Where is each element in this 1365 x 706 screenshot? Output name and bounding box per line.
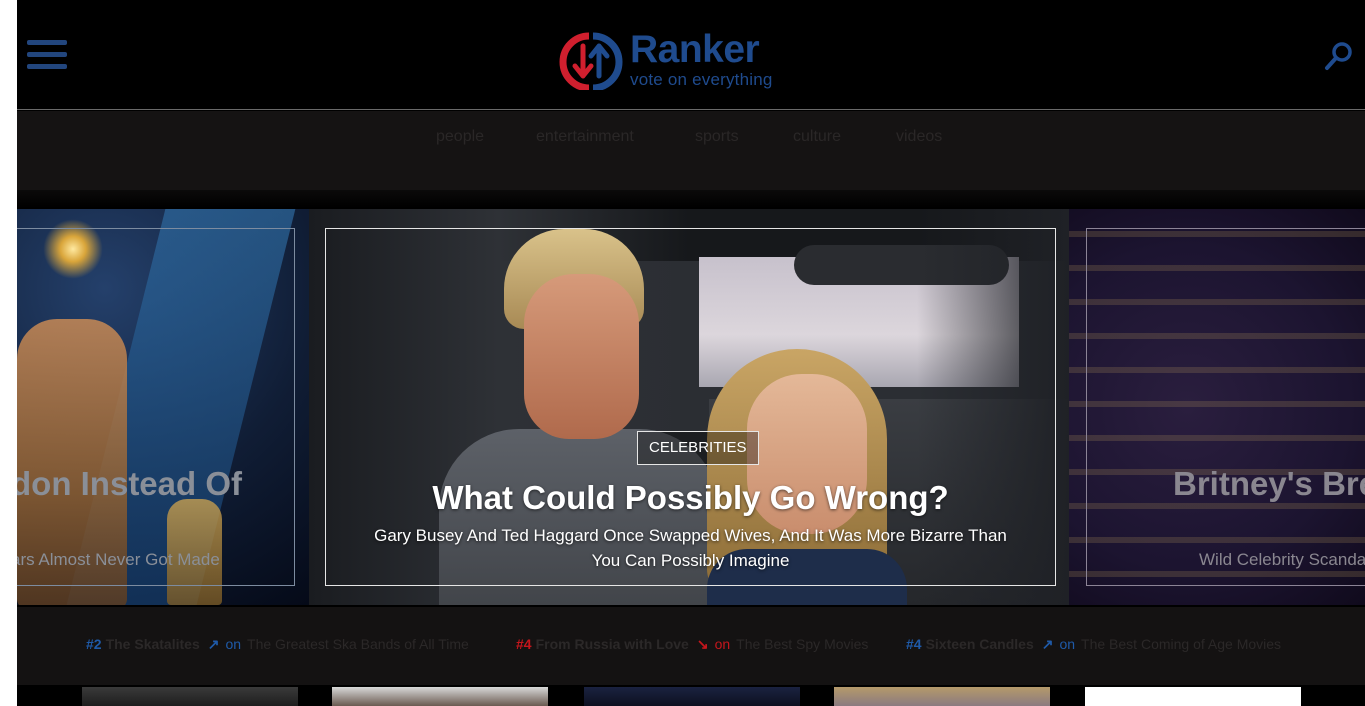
slide-subtitle: Wild Celebrity Scandal (1199, 550, 1365, 569)
slide-frame (1086, 228, 1365, 586)
nav-item-culture[interactable]: culture (793, 128, 841, 146)
logo-tagline: vote on everything (630, 70, 773, 89)
thumbnail-image[interactable] (834, 687, 1050, 706)
nav-item-videos[interactable]: videos (896, 128, 942, 146)
thumbnail-image[interactable] (584, 687, 800, 706)
thumbnail-image[interactable] (332, 687, 548, 706)
trending-on: on (225, 636, 242, 652)
trending-list: The Best Coming of Age Movies (1081, 636, 1282, 652)
carousel-slide-previous[interactable]: don Instead Of ars Almost Never Got Made (17, 209, 309, 605)
trending-list: The Greatest Ska Bands of All Time (247, 636, 469, 652)
category-badge[interactable]: CELEBRITIES (637, 431, 759, 465)
slide-title[interactable]: What Could Possibly Go Wrong? (325, 479, 1056, 517)
nav-item-people[interactable]: people (436, 128, 484, 146)
logo-wordmark: Ranker (630, 28, 760, 71)
slide-subtitle: Gary Busey And Ted Haggard Once Swapped … (374, 526, 1007, 570)
slide-title: don Instead Of (17, 465, 242, 502)
trending-rank: #4 (906, 636, 922, 652)
nav-item-sports[interactable]: sports (695, 128, 739, 146)
ranker-logo-icon (559, 32, 623, 90)
category-nav: people entertainment sports culture vide… (17, 111, 1365, 191)
trending-rank: #4 (516, 636, 532, 652)
trend-down-icon: ↘ (696, 636, 709, 652)
trending-item[interactable]: #4 Sixteen Candles ↗ on The Best Coming of A… (906, 636, 1281, 653)
thumbnail-row (17, 687, 1365, 706)
thumbnail-image[interactable] (1085, 687, 1301, 706)
thumbnail-image[interactable] (82, 687, 298, 706)
trend-up-icon: ↗ (1041, 636, 1054, 652)
ranker-logo[interactable]: Ranker vote on everything (559, 28, 799, 92)
carousel-slide-next[interactable]: Britney's Bre Wild Celebrity Scandal (1069, 209, 1365, 605)
trend-up-icon: ↗ (207, 636, 220, 652)
nav-item-entertainment[interactable]: entertainment (536, 128, 634, 146)
site-header: Ranker vote on everything (17, 0, 1365, 110)
trending-name: Sixteen Candles (925, 636, 1034, 652)
carousel-slide-current[interactable]: CELEBRITIES What Could Possibly Go Wrong… (309, 209, 1069, 605)
slide-title: Britney's Bre (1173, 465, 1365, 502)
slide-subtitle: ars Almost Never Got Made (17, 550, 220, 569)
page: Ranker vote on everything people enterta… (17, 0, 1365, 706)
slide-frame (17, 228, 295, 586)
trending-on: on (1059, 636, 1076, 652)
trending-on: on (714, 636, 731, 652)
hamburger-menu-icon[interactable] (27, 40, 67, 70)
nav-divider (17, 190, 1365, 208)
featured-carousel: don Instead Of ars Almost Never Got Made… (17, 209, 1365, 605)
trending-item[interactable]: #2 The Skatalites ↗ on The Greatest Ska Band… (86, 636, 469, 653)
trending-name: The Skatalites (105, 636, 200, 652)
search-icon[interactable] (1323, 40, 1355, 72)
trending-rank: #2 (86, 636, 102, 652)
trending-list: The Best Spy Movies (736, 636, 869, 652)
trending-item[interactable]: #4 From Russia with Love ↘ on The Best Spy M… (516, 636, 868, 653)
trending-name: From Russia with Love (535, 636, 689, 652)
trending-strip: #2 The Skatalites ↗ on The Greatest Ska Band… (17, 607, 1365, 685)
